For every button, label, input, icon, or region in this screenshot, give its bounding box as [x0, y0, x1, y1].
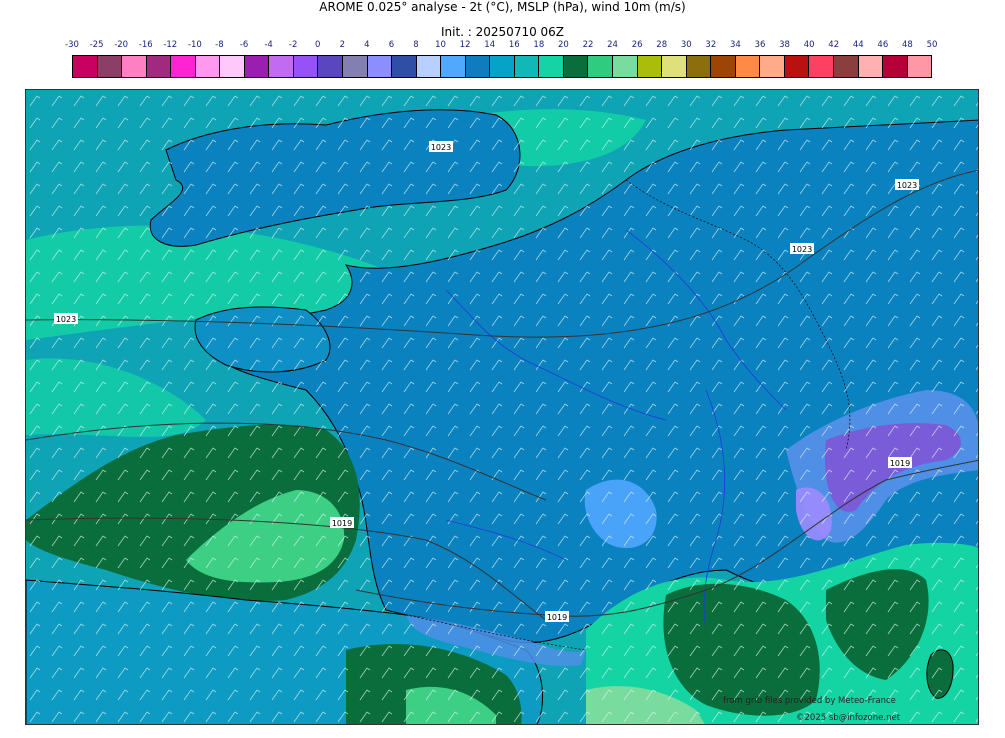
- colorbar-cell: [563, 56, 589, 77]
- colorbar-tick-label: -10: [187, 40, 202, 50]
- copyright-credit: ©2025 sb@infozone.net: [796, 713, 901, 723]
- colorbar-tick-label: -16: [138, 40, 153, 50]
- colorbar-cell: [907, 56, 932, 77]
- colorbar-cell: [833, 56, 859, 77]
- colorbar-tick-label: 36: [754, 40, 766, 50]
- colorbar-tick-label: 44: [852, 40, 864, 50]
- colorbar-cell: [416, 56, 442, 77]
- map-title: AROME 0.025° analyse - 2t (°C), MSLP (hP…: [319, 0, 686, 14]
- colorbar-tick-label: 32: [705, 40, 717, 50]
- isobar-label: 1023: [792, 245, 812, 254]
- colorbar-cell: [97, 56, 123, 77]
- colorbar-cell: [465, 56, 491, 77]
- colorbar-tick-label: -25: [89, 40, 104, 50]
- colorbar-cell: [441, 56, 466, 77]
- colorbar-tick-label: 46: [877, 40, 889, 50]
- colorbar-tick-label: 10: [435, 40, 446, 50]
- colorbar-cell: [735, 56, 761, 77]
- colorbar-tick-label: -12: [163, 40, 178, 50]
- colorbar-tick-label: 0: [314, 40, 321, 50]
- isobar-label: 1019: [547, 613, 567, 622]
- colorbar-cell: [293, 56, 319, 77]
- colorbar-tick-label: -6: [239, 40, 249, 50]
- isobar-label: 1023: [56, 315, 76, 324]
- colorbar-cell: [613, 56, 638, 77]
- colorbar-tick-label: 50: [926, 40, 938, 50]
- colorbar-tick-label: 4: [364, 40, 370, 50]
- colorbar-cell: [490, 56, 515, 77]
- colorbar-tick-label: 18: [533, 40, 545, 50]
- colorbar-tick-label: -8: [215, 40, 224, 50]
- colorbar-tick-label: 22: [582, 40, 594, 50]
- colorbar-tick-label: 34: [730, 40, 741, 50]
- colorbar-cell: [244, 56, 270, 77]
- colorbar-tick-label: 12: [459, 40, 471, 50]
- colorbar-cell: [318, 56, 344, 77]
- colorbar-tick-label: -20: [114, 40, 129, 50]
- colorbar-cell: [343, 56, 368, 77]
- temperature-colorbar: -30 -25 -20 -16 -12 -10 -8 -6 -4 -2 0 2 4 6 8 10 12 14 16 1…: [65, 40, 937, 80]
- colorbar-cell: [760, 56, 785, 77]
- map-canvas: 1023 1023 1023 1023 1019 1019 1019: [26, 90, 978, 724]
- colorbar-tick-label: -2: [288, 40, 298, 50]
- colorbar-tick-label: 40: [803, 40, 815, 50]
- colorbar-cell: [195, 56, 221, 77]
- colorbar-cell: [269, 56, 294, 77]
- colorbar-tick-label: 28: [656, 40, 668, 50]
- colorbar-cell: [171, 56, 196, 77]
- colorbar-tick-label: 24: [607, 40, 618, 50]
- colorbar-tick-label: 26: [631, 40, 643, 50]
- colorbar-cell: [809, 56, 834, 77]
- colorbar-tick-label: 30: [680, 40, 692, 50]
- colorbar-cell: [220, 56, 245, 77]
- colorbar-tick-label: 42: [828, 40, 840, 50]
- colorbar-tick-label: 20: [558, 40, 569, 50]
- isobar-label: 1023: [897, 181, 917, 190]
- colorbar-tick-label: 14: [484, 40, 496, 50]
- colorbar-cell: [392, 56, 417, 77]
- colorbar-cell: [514, 56, 540, 77]
- init-time: Init. : 20250710 06Z: [440, 25, 565, 39]
- colorbar-tick-label: 2: [339, 40, 345, 50]
- colorbar-tick-label: 16: [508, 40, 520, 50]
- colorbar-cell: [784, 56, 810, 77]
- colorbar-cell: [662, 56, 687, 77]
- isobar-label: 1023: [431, 143, 451, 152]
- colorbar-cell: [367, 56, 393, 77]
- colorbar-cell: [73, 56, 98, 77]
- isobar-label: 1019: [890, 459, 910, 468]
- colorbar-tick-label: 8: [413, 40, 419, 50]
- weather-map[interactable]: 1023 1023 1023 1023 1019 1019 1019: [25, 89, 979, 725]
- colorbar-cell: [539, 56, 564, 77]
- isobar-label: 1019: [332, 519, 352, 528]
- colorbar-tick-label: 48: [902, 40, 913, 50]
- colorbar-cell: [686, 56, 712, 77]
- colorbar-cell: [122, 56, 147, 77]
- colorbar-tick-label: -4: [264, 40, 273, 50]
- colorbar-tick-label: -30: [65, 40, 79, 50]
- colorbar-cell: [711, 56, 736, 77]
- colorbar-cell: [146, 56, 172, 77]
- colorbar-tick-label: 38: [779, 40, 790, 50]
- colorbar-cell: [588, 56, 614, 77]
- colorbar-cell: [858, 56, 884, 77]
- data-source-credit: from grib files provided by Meteo-France: [723, 696, 896, 706]
- colorbar-cell: [637, 56, 663, 77]
- wind-barbs-layer: [26, 90, 978, 724]
- colorbar-cells: [72, 55, 932, 78]
- colorbar-cell: [883, 56, 908, 77]
- colorbar-tick-label: 6: [388, 40, 395, 50]
